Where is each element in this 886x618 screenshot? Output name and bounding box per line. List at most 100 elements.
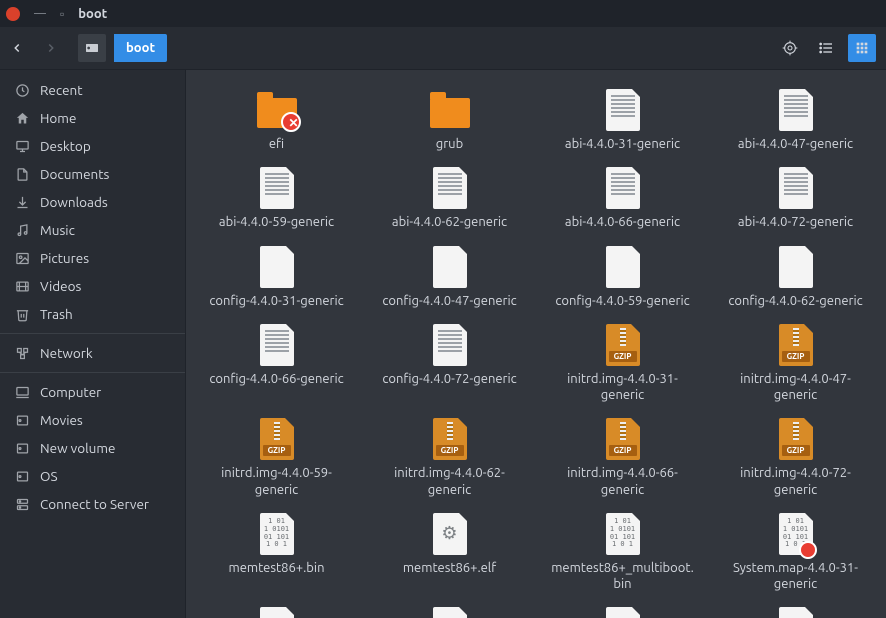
download-icon <box>14 195 30 210</box>
gzip-icon: GZIP <box>601 417 645 461</box>
clock-icon <box>14 83 30 98</box>
grid-view-button[interactable] <box>848 34 876 62</box>
text-icon <box>428 323 472 367</box>
device-icon[interactable] <box>78 34 106 62</box>
window-title: boot <box>78 7 107 21</box>
titlebar: — ▫ boot <box>0 0 886 27</box>
sidebar-item-downloads[interactable]: Downloads <box>0 188 185 216</box>
file-label: System.map-4.4.0-31-generic <box>721 560 871 593</box>
file-label: abi-4.4.0-66-generic <box>565 214 680 230</box>
folder-icon <box>428 88 472 132</box>
file-label: initrd.img-4.4.0-31-generic <box>548 371 698 404</box>
sidebar-item-documents[interactable]: Documents <box>0 160 185 188</box>
sidebar-item-desktop[interactable]: Desktop <box>0 132 185 160</box>
network-icon <box>14 346 30 361</box>
file-item[interactable]: ⚙ memtest86+.elf <box>363 508 536 603</box>
file-item[interactable]: GZIP initrd.img-4.4.0-72-generic <box>709 413 882 508</box>
file-label: initrd.img-4.4.0-62-generic <box>375 465 525 498</box>
disk-icon <box>14 413 30 428</box>
file-item[interactable]: ✕ efi <box>190 84 363 162</box>
blank-icon <box>428 245 472 289</box>
minimize-button[interactable]: — <box>34 7 46 20</box>
sidebar-item-new volume[interactable]: New volume <box>0 434 185 462</box>
file-item[interactable] <box>363 602 536 618</box>
file-item[interactable]: config-4.4.0-66-generic <box>190 319 363 414</box>
file-item[interactable]: GZIP initrd.img-4.4.0-62-generic <box>363 413 536 508</box>
file-label: abi-4.4.0-62-generic <box>392 214 507 230</box>
sidebar-item-label: Network <box>40 345 93 361</box>
trash-icon <box>14 307 30 322</box>
sidebar-item-label: New volume <box>40 440 115 456</box>
file-label: config-4.4.0-66-generic <box>209 371 343 387</box>
text-icon <box>428 166 472 210</box>
sidebar-item-network[interactable]: Network <box>0 339 185 367</box>
file-item[interactable]: abi-4.4.0-59-generic <box>190 162 363 240</box>
bin-icon: 1 011 010101 1011 0 1 <box>255 512 299 556</box>
file-item[interactable]: abi-4.4.0-66-generic <box>536 162 709 240</box>
breadcrumb-current[interactable]: boot <box>114 34 167 62</box>
file-item[interactable]: config-4.4.0-62-generic <box>709 241 882 319</box>
sidebar-item-label: Videos <box>40 278 81 294</box>
sidebar-item-os[interactable]: OS <box>0 462 185 490</box>
sidebar-item-recent[interactable]: Recent <box>0 76 185 104</box>
file-item[interactable]: config-4.4.0-47-generic <box>363 241 536 319</box>
sidebar-item-label: Computer <box>40 384 101 400</box>
sidebar-item-label: Recent <box>40 82 83 98</box>
sidebar-item-label: Documents <box>40 166 109 182</box>
file-item[interactable]: abi-4.4.0-31-generic <box>536 84 709 162</box>
sidebar-item-trash[interactable]: Trash <box>0 300 185 328</box>
file-label: memtest86+_multiboot.bin <box>548 560 698 593</box>
file-item[interactable]: GZIP initrd.img-4.4.0-59-generic <box>190 413 363 508</box>
text-icon <box>774 166 818 210</box>
music-icon <box>14 223 30 238</box>
sidebar-item-label: Trash <box>40 306 73 322</box>
file-item[interactable]: config-4.4.0-59-generic <box>536 241 709 319</box>
sidebar-item-pictures[interactable]: Pictures <box>0 244 185 272</box>
sidebar-item-label: Movies <box>40 412 83 428</box>
gzip-icon: GZIP <box>255 417 299 461</box>
sidebar-item-videos[interactable]: Videos <box>0 272 185 300</box>
sidebar-item-home[interactable]: Home <box>0 104 185 132</box>
picture-icon <box>14 251 30 266</box>
sidebar-item-computer[interactable]: Computer <box>0 378 185 406</box>
sidebar-item-movies[interactable]: Movies <box>0 406 185 434</box>
list-view-button[interactable] <box>812 34 840 62</box>
file-item[interactable]: config-4.4.0-72-generic <box>363 319 536 414</box>
maximize-button[interactable]: ▫ <box>60 7 64 21</box>
blank-icon <box>255 606 299 618</box>
sidebar-item-connect to server[interactable]: Connect to Server <box>0 490 185 518</box>
file-item[interactable]: GZIP initrd.img-4.4.0-66-generic <box>536 413 709 508</box>
file-item[interactable]: 1 011 010101 1011 0 1 memtest86+.bin <box>190 508 363 603</box>
disk-icon <box>14 441 30 456</box>
file-item[interactable] <box>536 602 709 618</box>
file-item[interactable]: GZIP initrd.img-4.4.0-31-generic <box>536 319 709 414</box>
file-item[interactable]: 1 011 010101 1011 0 1 System.map-4.4.0-3… <box>709 508 882 603</box>
file-item[interactable]: config-4.4.0-31-generic <box>190 241 363 319</box>
file-label: abi-4.4.0-47-generic <box>738 136 853 152</box>
text-icon <box>601 88 645 132</box>
file-item[interactable]: 1 011 010101 1011 0 1 memtest86+_multibo… <box>536 508 709 603</box>
file-item[interactable]: abi-4.4.0-72-generic <box>709 162 882 240</box>
sidebar-item-label: Connect to Server <box>40 496 149 512</box>
file-item[interactable]: abi-4.4.0-62-generic <box>363 162 536 240</box>
forward-button[interactable] <box>44 41 70 55</box>
file-label: initrd.img-4.4.0-66-generic <box>548 465 698 498</box>
back-button[interactable] <box>10 41 36 55</box>
file-item[interactable]: GZIP initrd.img-4.4.0-47-generic <box>709 319 882 414</box>
file-label: config-4.4.0-59-generic <box>555 293 689 309</box>
close-button[interactable] <box>6 7 20 21</box>
locate-icon[interactable] <box>776 34 804 62</box>
document-icon <box>14 167 30 182</box>
sidebar-item-label: Desktop <box>40 138 91 154</box>
computer-icon <box>14 385 30 400</box>
toolbar: boot <box>0 27 886 69</box>
file-item[interactable] <box>709 602 882 618</box>
file-item[interactable]: abi-4.4.0-47-generic <box>709 84 882 162</box>
file-item[interactable]: grub <box>363 84 536 162</box>
gzip-icon: GZIP <box>428 417 472 461</box>
file-item[interactable] <box>190 602 363 618</box>
blank-icon <box>774 245 818 289</box>
sidebar-item-music[interactable]: Music <box>0 216 185 244</box>
file-label: memtest86+.bin <box>228 560 324 576</box>
bin-icon: 1 011 010101 1011 0 1 <box>601 512 645 556</box>
